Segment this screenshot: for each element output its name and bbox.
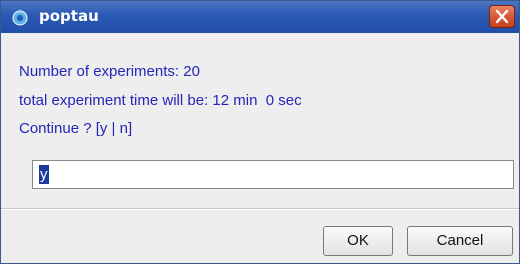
message-line-experiments: Number of experiments: 20: [19, 63, 200, 80]
cancel-button[interactable]: Cancel: [407, 226, 513, 256]
selected-input-text: y: [39, 165, 49, 184]
message-line-time: total experiment time will be: 12 min 0 …: [19, 92, 302, 109]
dialog-window: poptau Number of experiments: 20 total e…: [0, 0, 520, 264]
ok-button[interactable]: OK: [323, 226, 393, 256]
close-button[interactable]: [489, 5, 515, 28]
window-title: poptau: [39, 7, 99, 25]
app-icon: [11, 8, 29, 26]
response-input[interactable]: y: [32, 160, 514, 189]
message-line-prompt: Continue ? [y | n]: [19, 120, 133, 137]
close-icon: [495, 9, 509, 24]
title-bar[interactable]: poptau: [1, 1, 519, 33]
